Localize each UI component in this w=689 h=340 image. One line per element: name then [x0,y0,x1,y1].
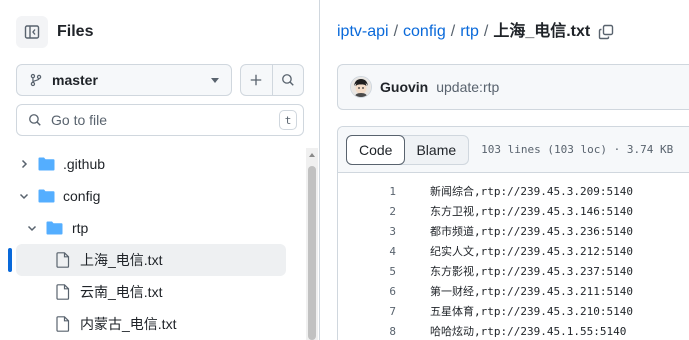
tree-item-label: rtp [72,220,89,236]
tree-item-inner-mongolia-telecom[interactable]: 内蒙古_电信.txt [16,308,286,340]
tree-item-config[interactable]: config [16,180,286,212]
go-to-file-placeholder: Go to file [51,112,108,128]
chevron-down-icon [16,190,32,202]
chevron-down-icon [24,222,40,234]
line-number[interactable]: 5 [338,265,396,278]
file-meta: 103 lines (103 loc) · 3.74 KB [481,143,674,156]
tree-item-label: .github [63,156,106,172]
line-number[interactable]: 6 [338,285,396,298]
line-number[interactable]: 1 [338,185,396,198]
folder-open-icon [46,221,63,235]
line-content: 五星体育,rtp://239.45.3.210:5140 [430,305,633,318]
line-content: 东方卫视,rtp://239.45.3.146:5140 [430,205,633,218]
file-tree-sidebar: Files master Go to file t .github config… [0,0,320,340]
line-content: 新闻综合,rtp://239.45.3.209:5140 [430,185,633,198]
line-content: 都市频道,rtp://239.45.3.236:5140 [430,225,633,238]
tree-item-label: config [63,188,101,204]
code-tab[interactable]: Code [346,134,406,165]
commit-message[interactable]: update:rtp [436,79,499,95]
view-mode-toggle: Code Blame [346,134,470,165]
avatar[interactable] [350,76,372,98]
code-line: 1 新闻综合,rtp://239.45.3.209:5140 [338,181,633,201]
code-line: 2 东方卫视,rtp://239.45.3.146:5140 [338,201,633,221]
copy-icon [599,24,614,40]
file-icon [56,316,70,332]
tree-item-github[interactable]: .github [16,148,286,180]
file-actions-group [240,64,304,96]
blame-tab[interactable]: Blame [404,136,468,164]
code-line: 5 东方影视,rtp://239.45.3.237:5140 [338,261,633,281]
folder-icon [38,157,55,171]
code-line: 3 都市频道,rtp://239.45.3.236:5140 [338,221,633,241]
go-to-file-input[interactable]: Go to file t [16,104,304,136]
line-content: 哈哈炫动,rtp://239.45.1.55:5140 [430,325,627,338]
line-number[interactable]: 3 [338,225,396,238]
commit-author[interactable]: Guovin [380,79,428,95]
collapse-sidebar-button[interactable] [16,16,48,48]
copy-path-button[interactable] [598,24,614,40]
tree-scrollbar[interactable] [306,148,318,340]
latest-commit-bar: Guovin update:rtp [337,64,689,110]
line-content: 纪实人文,rtp://239.45.3.212:5140 [430,245,633,258]
line-number[interactable]: 7 [338,305,396,318]
search-icon [282,74,294,86]
breadcrumb-separator: / [393,23,399,40]
breadcrumb-separator: / [483,23,489,40]
breadcrumb-rtp-link[interactable]: rtp [460,22,479,42]
git-branch-icon [30,73,42,87]
breadcrumb-repo-link[interactable]: iptv-api [337,22,389,42]
tree-item-yunnan-telecom[interactable]: 云南_电信.txt [16,276,286,308]
file-viewer: Code Blame 103 lines (103 loc) · 3.74 KB… [337,126,689,340]
search-code-button[interactable] [271,65,303,95]
breadcrumb-separator: / [450,23,456,40]
code-line: 4 纪实人文,rtp://239.45.3.212:5140 [338,241,633,261]
tree-item-label: 上海_电信.txt [80,252,163,268]
selected-indicator [8,248,12,272]
file-icon [56,284,70,300]
tree-item-shanghai-telecom[interactable]: 上海_电信.txt [16,244,286,276]
add-file-button[interactable] [241,65,272,95]
line-number[interactable]: 2 [338,205,396,218]
file-header: Code Blame 103 lines (103 loc) · 3.74 KB [338,127,689,173]
line-number[interactable]: 4 [338,245,396,258]
files-title: Files [57,23,94,40]
code-line: 6 第一财经,rtp://239.45.3.211:5140 [338,281,633,301]
tree-item-label: 云南_电信.txt [80,284,163,300]
line-content: 东方影视,rtp://239.45.3.237:5140 [430,265,633,278]
line-number[interactable]: 8 [338,325,396,338]
branch-name: master [52,72,98,88]
plus-icon [251,74,262,86]
scroll-up-arrow-icon[interactable] [309,153,315,157]
code-line: 8 哈哈炫动,rtp://239.45.1.55:5140 [338,321,626,340]
line-content: 第一财经,rtp://239.45.3.211:5140 [430,285,633,298]
branch-selector-button[interactable]: master [16,64,232,96]
sidebar-collapse-icon [24,25,40,39]
scrollbar-thumb[interactable] [308,166,316,340]
current-file-name: 上海_电信.txt [493,23,591,40]
tree-item-label: 内蒙古_电信.txt [80,316,177,332]
chevron-down-icon [211,77,219,83]
code-line: 7 五星体育,rtp://239.45.3.210:5140 [338,301,633,321]
chevron-right-icon [16,158,32,170]
folder-open-icon [38,189,55,203]
breadcrumb: iptv-api / config / rtp / 上海_电信.txt [337,22,614,42]
file-icon [56,252,70,268]
tree-item-rtp[interactable]: rtp [24,212,286,244]
search-icon [29,114,41,126]
keyboard-shortcut-hint: t [279,110,297,130]
breadcrumb-config-link[interactable]: config [403,22,446,42]
